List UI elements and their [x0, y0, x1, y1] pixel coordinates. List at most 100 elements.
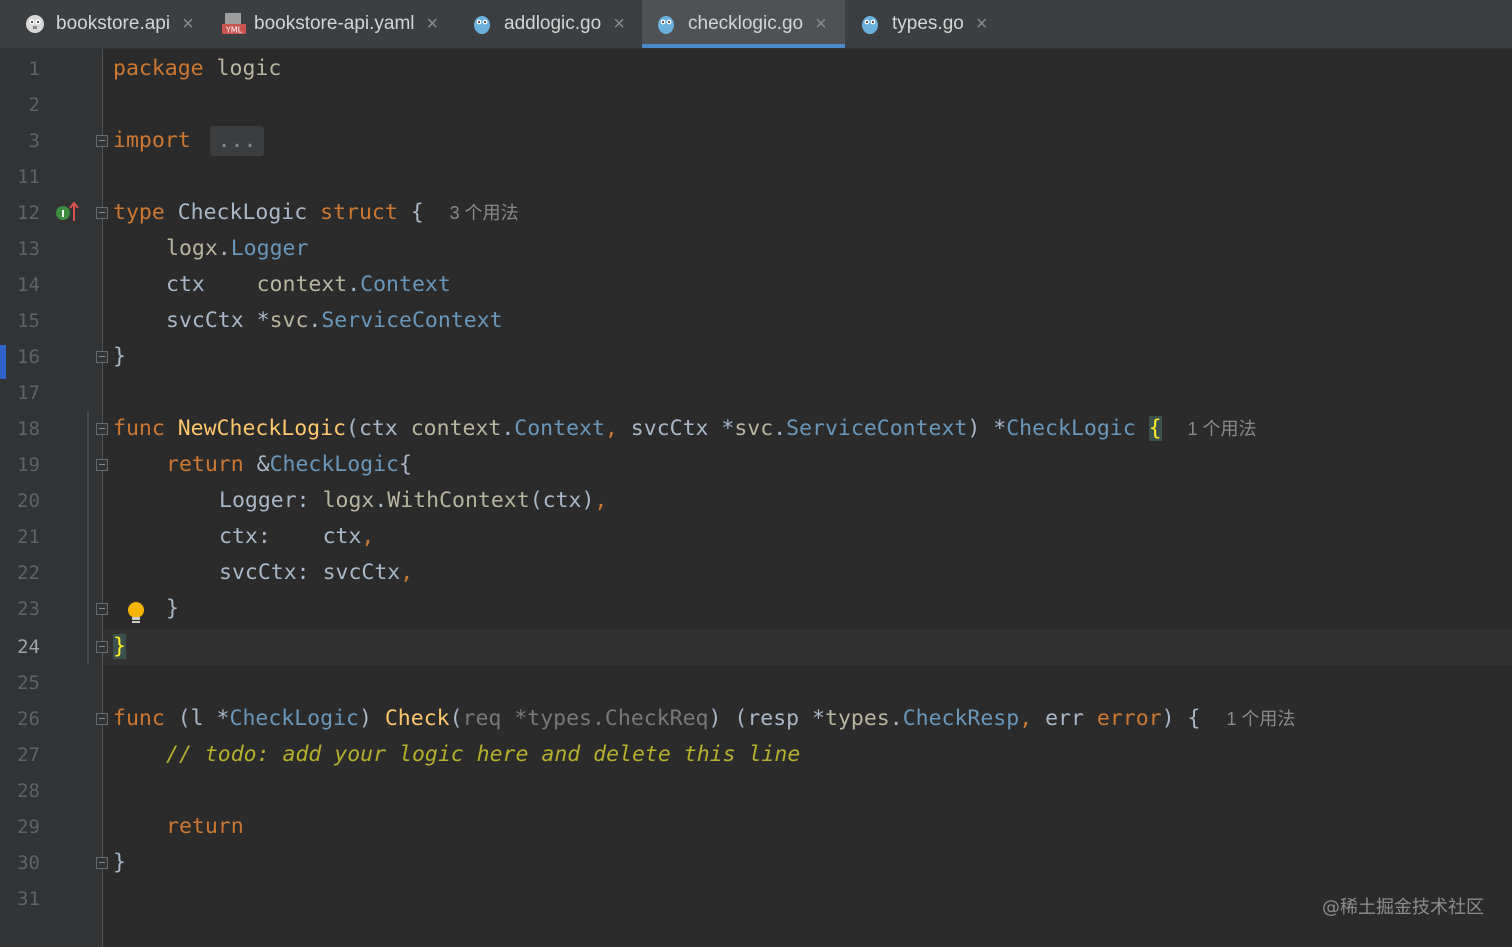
line-number: 17 [17, 382, 40, 404]
comma: , [594, 488, 608, 513]
yaml-file-icon: YML [222, 13, 246, 35]
code-line-3[interactable]: import ... [113, 123, 265, 159]
unused-param: req *types.CheckReq [462, 706, 709, 731]
tab-checklogic-go[interactable]: checklogic.go × [642, 0, 845, 48]
tab-label: checklogic.go [688, 13, 804, 34]
line-number-current: 24 [17, 636, 40, 658]
tab-label: bookstore.api [56, 13, 171, 34]
line-number: 14 [17, 274, 40, 296]
function-name: NewCheckLogic [164, 416, 346, 441]
field-name: ctx [166, 272, 257, 297]
dot: . [347, 272, 361, 297]
fold-icon[interactable] [96, 641, 108, 653]
params: (ctx [346, 416, 411, 441]
keyword: type [113, 200, 165, 225]
type-ref: Logger [230, 236, 309, 261]
code-line-30[interactable]: } [113, 845, 126, 881]
code-line-12[interactable]: type CheckLogic struct { 3 个用法 [113, 195, 519, 231]
line-number: 27 [17, 744, 40, 766]
code-line-14[interactable]: ctx context.Context [166, 267, 451, 303]
close-icon[interactable]: × [182, 13, 194, 36]
code-line-22[interactable]: svcCtx: svcCtx, [219, 555, 413, 591]
receiver: (l * [164, 706, 230, 731]
line-number: 20 [17, 490, 40, 512]
code-editor[interactable]: 1 2 3 11 12 13 14 15 16 17 18 19 20 21 2… [0, 49, 1512, 947]
package-ref: context [256, 272, 348, 297]
close-icon[interactable]: × [815, 13, 827, 36]
code-line-27[interactable]: // todo: add your logic here and delete … [166, 737, 800, 773]
params: ) * [967, 416, 1007, 441]
code-line-13[interactable]: logx.Logger [166, 231, 308, 267]
code-line-23[interactable]: } [166, 591, 179, 627]
tab-types-go[interactable]: types.go × [860, 0, 1000, 48]
fold-icon[interactable] [96, 135, 108, 147]
fold-icon[interactable] [96, 857, 108, 869]
fold-icon[interactable] [96, 423, 108, 435]
package-ref: context [410, 416, 502, 441]
type-ref: ServiceContext [786, 416, 968, 441]
params: svcCtx * [617, 416, 735, 441]
dot: . [308, 308, 322, 333]
code-line-21[interactable]: ctx: ctx, [219, 519, 374, 555]
close-icon[interactable]: × [613, 13, 625, 36]
keyword: import [113, 128, 191, 153]
tab-bookstore-api-yaml[interactable]: YML bookstore-api.yaml × [222, 0, 460, 48]
tab-label: addlogic.go [504, 13, 602, 34]
field-name: Logger: [219, 488, 323, 513]
code-line-1[interactable]: package logic [113, 51, 281, 87]
type-ref: CheckResp [902, 706, 1020, 731]
matched-brace: { [1148, 416, 1162, 441]
package-name: logic [203, 56, 282, 81]
dot: . [889, 706, 903, 731]
field-name: svcCtx: [219, 560, 323, 585]
code-line-15[interactable]: svcCtx *svc.ServiceContext [166, 303, 503, 339]
function-call: WithContext [387, 488, 530, 513]
lightbulb-icon[interactable] [126, 600, 146, 631]
fold-icon[interactable] [96, 459, 108, 471]
keyword: struct [320, 200, 398, 225]
package-ref: logx [166, 236, 218, 261]
brace: { [397, 200, 424, 225]
tab-addlogic-go[interactable]: addlogic.go × [472, 0, 638, 48]
code-line-18[interactable]: func NewCheckLogic(ctx context.Context, … [113, 411, 1256, 447]
editor-tab-bar: bookstore.api × YML bookstore-api.yaml ×… [0, 0, 1512, 49]
code-line-20[interactable]: Logger: logx.WithContext(ctx), [219, 483, 607, 519]
folded-imports[interactable]: ... [209, 126, 265, 156]
line-number: 3 [28, 130, 40, 152]
watermark: @稀土掘金技术社区 [1322, 897, 1484, 918]
fold-icon[interactable] [96, 351, 108, 363]
results: err [1032, 706, 1097, 731]
usage-hint[interactable]: 1 个用法 [1226, 709, 1295, 729]
fold-icon[interactable] [96, 207, 108, 219]
code-line-29[interactable]: return [166, 809, 244, 845]
pointer-star: * [256, 308, 270, 333]
brace: } [166, 596, 179, 621]
implemented-interface-icon[interactable]: I [55, 201, 79, 228]
code-line-26[interactable]: func (l *CheckLogic) Check(req *types.Ch… [113, 701, 1295, 737]
gutter-divider [102, 49, 103, 947]
fold-icon[interactable] [96, 603, 108, 615]
value: svcCtx [322, 560, 401, 585]
current-line-highlight [103, 629, 1512, 665]
tab-bookstore-api[interactable]: bookstore.api × [24, 0, 214, 48]
close-icon[interactable]: × [976, 13, 988, 36]
field-name: ctx: [219, 524, 323, 549]
line-number: 1 [28, 58, 40, 80]
field-name: svcCtx [166, 308, 257, 333]
close-icon[interactable]: × [427, 13, 439, 36]
keyword: return [166, 814, 244, 839]
code-line-19[interactable]: return &CheckLogic{ [166, 447, 412, 483]
paren: ( [449, 706, 463, 731]
usage-hint[interactable]: 1 个用法 [1187, 419, 1256, 439]
code-line-16[interactable]: } [113, 339, 126, 375]
code-line-24[interactable]: } [113, 629, 126, 665]
line-number: 15 [17, 310, 40, 332]
line-number: 21 [17, 526, 40, 548]
usage-hint[interactable]: 3 个用法 [450, 203, 519, 223]
keyword: func [113, 706, 165, 731]
svg-text:I: I [61, 209, 65, 220]
dot: . [217, 236, 231, 261]
fold-icon[interactable] [96, 713, 108, 725]
line-number: 28 [17, 780, 40, 802]
